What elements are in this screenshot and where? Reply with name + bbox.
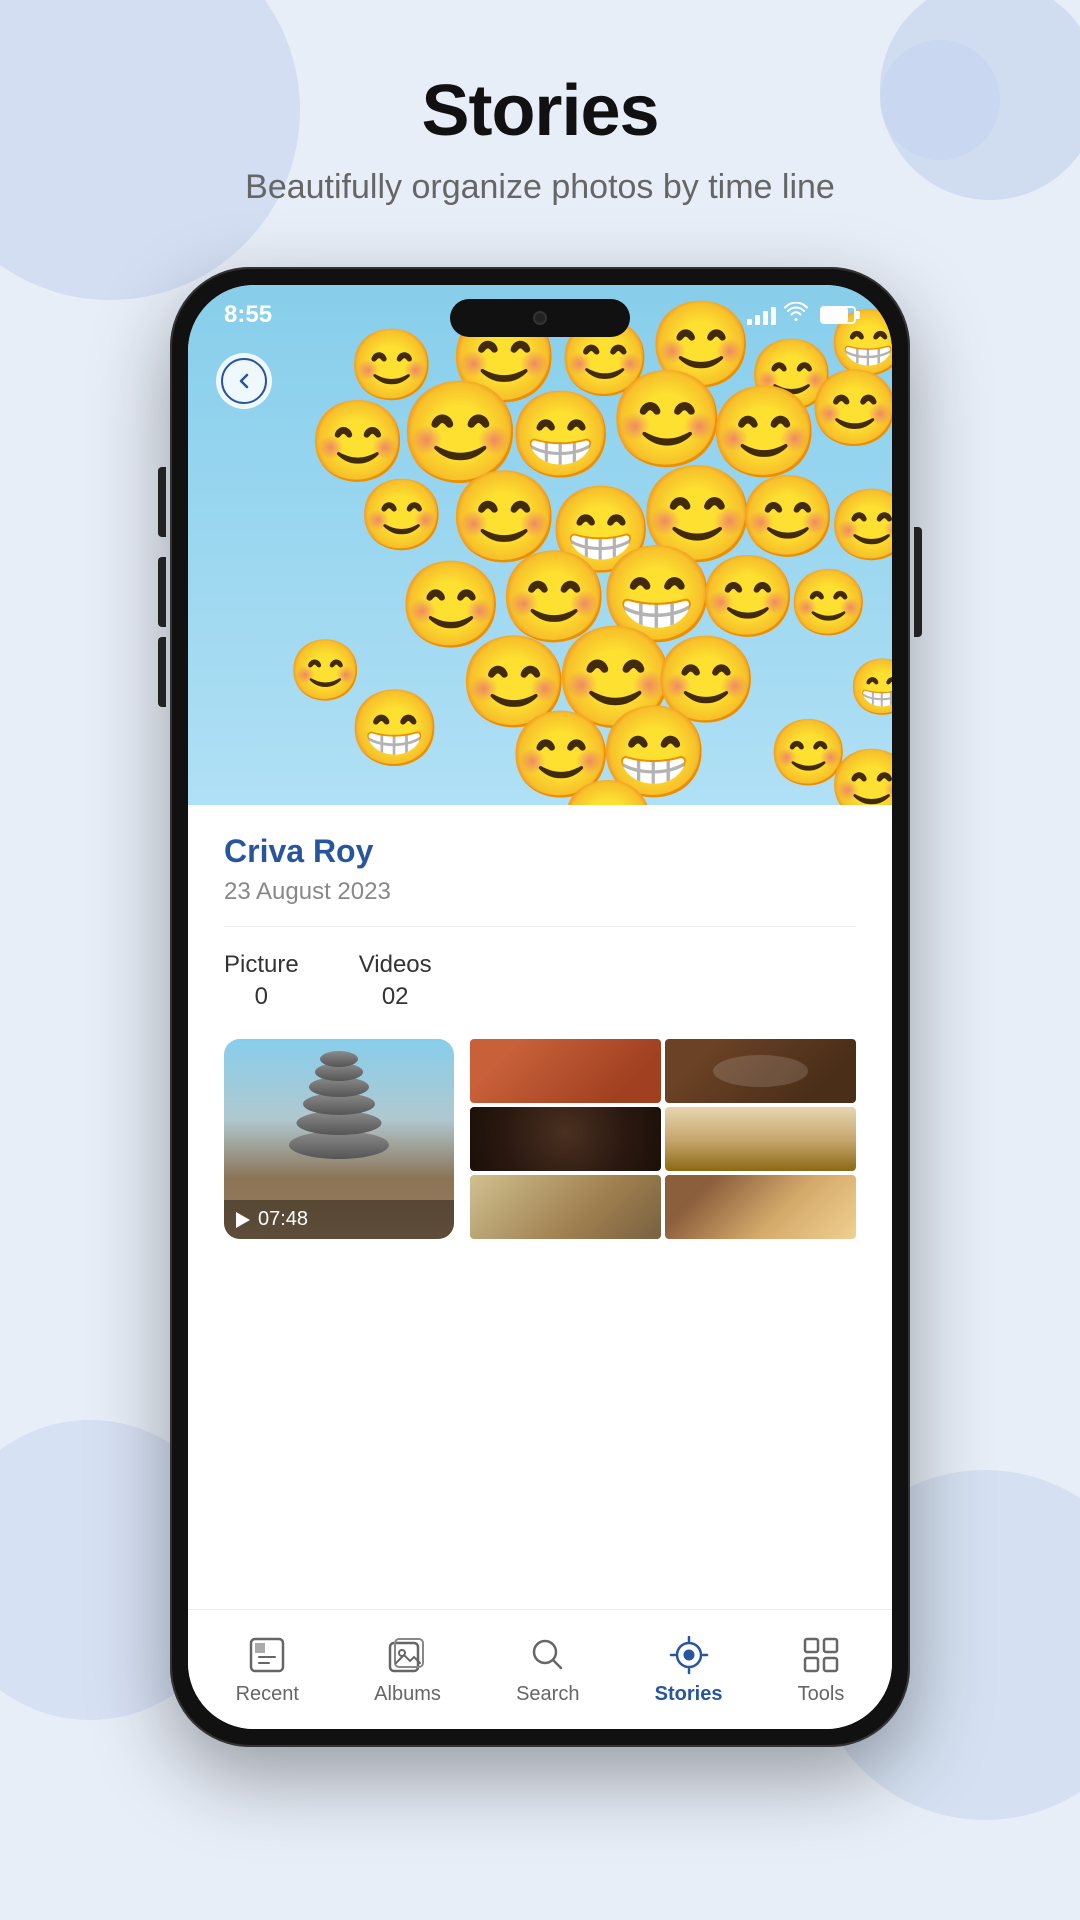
photo-cell-5[interactable] [470, 1175, 661, 1239]
story-name: Criva Roy [224, 833, 856, 870]
battery-fill [822, 308, 848, 322]
nav-label-albums: Albums [374, 1683, 441, 1706]
hero-image: 😊 😊 😊 😊 😊 😁 😊 😊 😁 😊 😊 😊 😊 😊 [188, 285, 892, 805]
status-time: 8:55 [224, 301, 272, 329]
search-icon [526, 1633, 570, 1677]
emoji-ball: 😁 [348, 685, 441, 773]
nav-item-albums[interactable]: Albums [354, 1623, 461, 1716]
nav-item-stories[interactable]: Stories [635, 1623, 743, 1716]
phone-wrapper: 8:55 [0, 267, 1080, 1747]
content-area: Criva Roy 23 August 2023 Picture 0 Video… [188, 805, 892, 1609]
back-button[interactable] [216, 353, 272, 409]
camera-dot [533, 311, 547, 325]
nav-label-search: Search [516, 1683, 579, 1706]
videos-label: Videos [359, 951, 432, 979]
photo-cell-1[interactable] [470, 1039, 661, 1103]
play-overlay: 07:48 [224, 1200, 454, 1239]
photo-cell-4[interactable] [665, 1107, 856, 1171]
signal-bar-3 [763, 311, 768, 325]
stats-row: Picture 0 Videos 02 [224, 951, 856, 1011]
picture-label: Picture [224, 951, 299, 979]
bottom-nav: Recent Albums [188, 1609, 892, 1729]
signal-bar-4 [771, 307, 776, 325]
emoji-ball: 😊 [788, 565, 869, 641]
stone-top [320, 1051, 358, 1067]
battery-icon [820, 306, 856, 324]
page-header: Stories Beautifully organize photos by t… [0, 0, 1080, 247]
stone-base [289, 1131, 389, 1159]
nav-label-stories: Stories [655, 1683, 723, 1706]
back-arrow-icon [234, 371, 254, 391]
content-divider [224, 926, 856, 927]
videos-count: 02 [382, 983, 409, 1011]
video-thumbnail[interactable]: 07:48 [224, 1039, 454, 1239]
photo-cell-6[interactable] [665, 1175, 856, 1239]
emoji-ball: 😊 [558, 775, 658, 805]
video-duration: 07:48 [258, 1208, 308, 1231]
nav-item-tools[interactable]: Tools [778, 1623, 865, 1716]
phone-screen: 8:55 [188, 285, 892, 1729]
signal-bar-2 [755, 315, 760, 325]
emoji-ball: 😊 [808, 365, 892, 453]
play-icon [236, 1212, 250, 1228]
nav-label-recent: Recent [236, 1683, 299, 1706]
emoji-ball: 😊 [358, 475, 445, 557]
nav-label-tools: Tools [798, 1683, 845, 1706]
emoji-ball: 😊 [828, 485, 892, 567]
nav-item-search[interactable]: Search [496, 1623, 599, 1716]
status-icons [747, 302, 856, 328]
back-circle [221, 358, 267, 404]
emoji-ball: 😊 [828, 745, 892, 805]
nav-item-recent[interactable]: Recent [216, 1623, 319, 1716]
page-title: Stories [0, 70, 1080, 152]
albums-icon [386, 1633, 430, 1677]
dynamic-island [450, 299, 630, 337]
tools-icon [799, 1633, 843, 1677]
page-subtitle: Beautifully organize photos by time line [0, 168, 1080, 207]
photo-grid [470, 1039, 856, 1239]
emoji-ball: 😁 [848, 655, 892, 720]
photo-cell-2[interactable] [665, 1039, 856, 1103]
picture-stat: Picture 0 [224, 951, 299, 1011]
videos-stat: Videos 02 [359, 951, 432, 1011]
picture-count: 0 [255, 983, 268, 1011]
wifi-icon [784, 302, 808, 328]
smiley-container: 😊 😊 😊 😊 😊 😁 😊 😊 😁 😊 😊 😊 😊 😊 [188, 285, 892, 805]
stories-icon [667, 1633, 711, 1677]
story-date: 23 August 2023 [224, 878, 856, 906]
recent-icon [245, 1633, 289, 1677]
media-row: 07:48 [224, 1039, 856, 1239]
phone-frame: 8:55 [170, 267, 910, 1747]
signal-bar-1 [747, 319, 752, 325]
signal-bars-icon [747, 305, 776, 325]
photo-cell-3[interactable] [470, 1107, 661, 1171]
